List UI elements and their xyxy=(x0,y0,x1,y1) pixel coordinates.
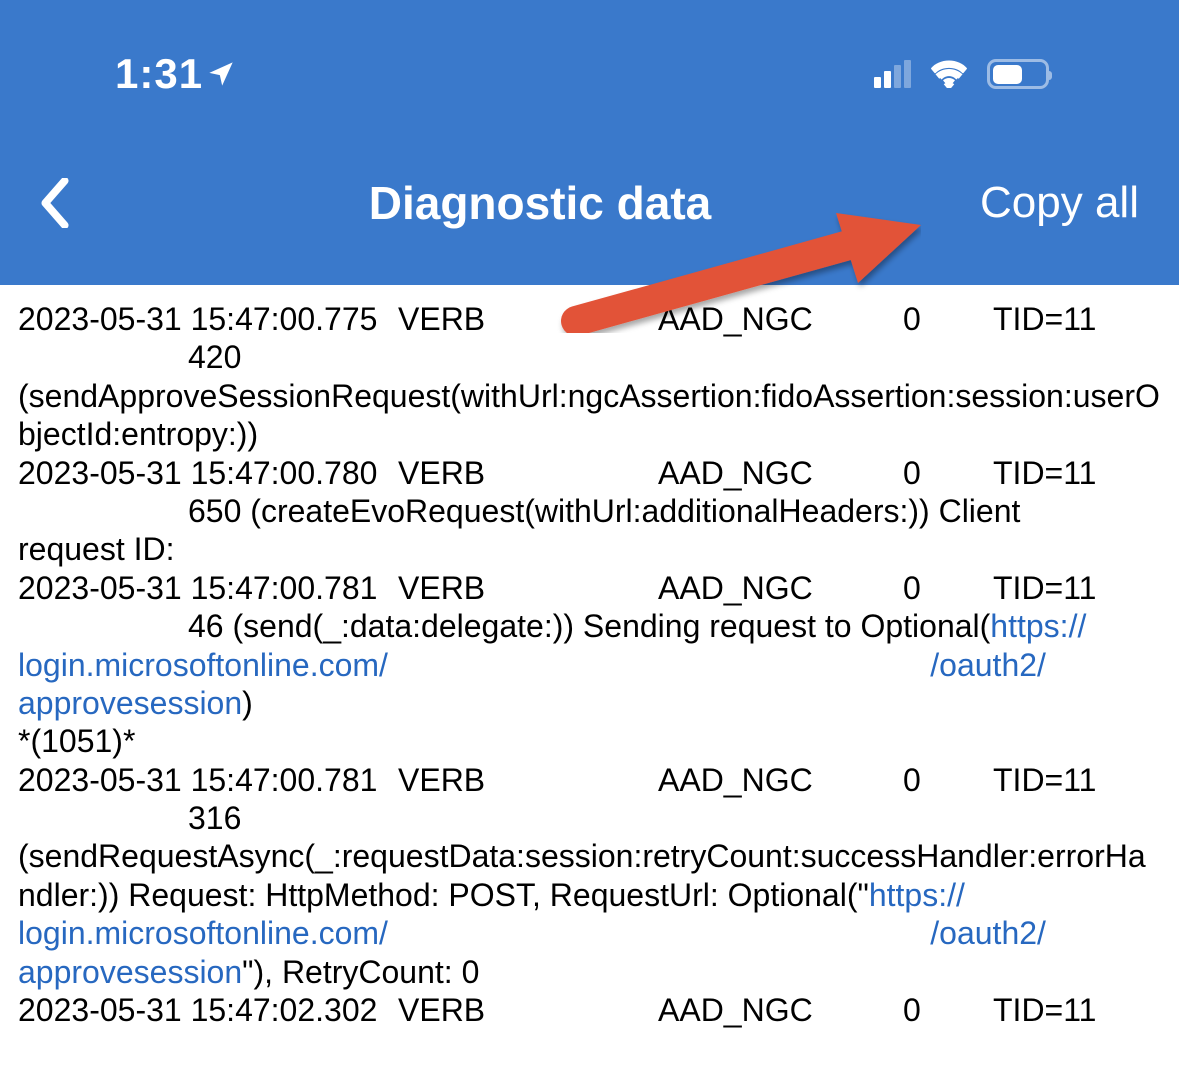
log-link[interactable]: approvesession xyxy=(18,954,242,990)
log-row: 2023-05-31 15:47:00.781 VERB AAD_NGC 0 T… xyxy=(18,761,1161,799)
log-level: VERB xyxy=(398,991,658,1029)
log-cat: AAD_NGC xyxy=(658,991,903,1029)
log-spacer xyxy=(388,647,930,683)
log-pre: 46 (send(_:data:delegate:)) Sending requ… xyxy=(188,608,990,644)
log-body: approvesession"), RetryCount: 0 xyxy=(18,953,1161,991)
log-body: 46 (send(_:data:delegate:)) Sending requ… xyxy=(18,607,1161,645)
log-zero: 0 xyxy=(903,300,993,338)
log-after: ) xyxy=(242,685,253,721)
log-zero: 0 xyxy=(903,761,993,799)
chevron-left-icon xyxy=(40,178,70,228)
status-time: 1:31 xyxy=(115,50,235,98)
log-tid: TID=11 xyxy=(993,300,1096,338)
wifi-icon xyxy=(931,60,967,88)
cellular-icon xyxy=(874,60,911,88)
nav-bar: Diagnostic data Copy all xyxy=(0,118,1179,233)
log-tid: TID=11 xyxy=(993,454,1096,492)
log-zero: 0 xyxy=(903,454,993,492)
log-link[interactable]: approvesession xyxy=(18,685,242,721)
log-body: login.microsoftonline.com/ /oauth2/ xyxy=(18,914,1161,952)
log-link[interactable]: https:// xyxy=(869,877,965,913)
log-ts: 2023-05-31 15:47:02.302 xyxy=(18,991,398,1029)
log-link[interactable]: login.microsoftonline.com/ xyxy=(18,915,388,951)
time-label: 1:31 xyxy=(115,50,203,98)
log-body-text: (sendRequestAsync(_:requestData:session:… xyxy=(18,838,1146,912)
log-zero: 0 xyxy=(903,569,993,607)
log-star: *(1051)* xyxy=(18,722,1161,760)
log-body: request ID: xyxy=(18,530,1161,568)
log-indent: 650 (createEvoRequest(withUrl:additional… xyxy=(18,492,1161,530)
log-cat: AAD_NGC xyxy=(658,761,903,799)
log-spacer xyxy=(388,915,930,951)
log-level: VERB xyxy=(398,569,658,607)
log-link[interactable]: /oauth2/ xyxy=(930,915,1046,951)
log-row: 2023-05-31 15:47:00.780 VERB AAD_NGC 0 T… xyxy=(18,454,1161,492)
log-indent: 420 xyxy=(18,338,1161,376)
log-zero: 0 xyxy=(903,991,993,1029)
log-level: VERB xyxy=(398,454,658,492)
log-row: 2023-05-31 15:47:02.302 VERB AAD_NGC 0 T… xyxy=(18,991,1161,1029)
log-link[interactable]: /oauth2/ xyxy=(930,647,1046,683)
log-body-text: "), RetryCount: 0 xyxy=(242,954,479,990)
log-indent: 316 xyxy=(18,799,1161,837)
log-ts: 2023-05-31 15:47:00.781 xyxy=(18,761,398,799)
log-body: login.microsoftonline.com/ /oauth2/ xyxy=(18,646,1161,684)
back-button[interactable] xyxy=(40,173,100,233)
log-link[interactable]: login.microsoftonline.com/ xyxy=(18,647,388,683)
log-level: VERB xyxy=(398,761,658,799)
status-icons xyxy=(874,59,1139,89)
log-ts: 2023-05-31 15:47:00.781 xyxy=(18,569,398,607)
location-icon xyxy=(207,60,235,88)
status-bar: 1:31 xyxy=(0,0,1179,118)
log-cat: AAD_NGC xyxy=(658,300,903,338)
log-content[interactable]: 2023-05-31 15:47:00.775 VERB AAD_NGC 0 T… xyxy=(0,285,1179,1029)
log-link[interactable]: https:// xyxy=(990,608,1086,644)
copy-all-button[interactable]: Copy all xyxy=(980,178,1139,228)
log-row: 2023-05-31 15:47:00.781 VERB AAD_NGC 0 T… xyxy=(18,569,1161,607)
log-body: (sendApproveSessionRequest(withUrl:ngcAs… xyxy=(18,377,1161,454)
log-tid: TID=11 xyxy=(993,991,1096,1029)
log-tid: TID=11 xyxy=(993,761,1096,799)
log-row: 2023-05-31 15:47:00.775 VERB AAD_NGC 0 T… xyxy=(18,300,1161,338)
log-body: approvesession) xyxy=(18,684,1161,722)
log-cat: AAD_NGC xyxy=(658,569,903,607)
log-ts: 2023-05-31 15:47:00.780 xyxy=(18,454,398,492)
log-ts: 2023-05-31 15:47:00.775 xyxy=(18,300,398,338)
log-cat: AAD_NGC xyxy=(658,454,903,492)
log-body: (sendRequestAsync(_:requestData:session:… xyxy=(18,837,1161,914)
battery-icon xyxy=(987,59,1049,89)
log-tid: TID=11 xyxy=(993,569,1096,607)
log-level: VERB xyxy=(398,300,658,338)
page-title: Diagnostic data xyxy=(369,176,712,230)
